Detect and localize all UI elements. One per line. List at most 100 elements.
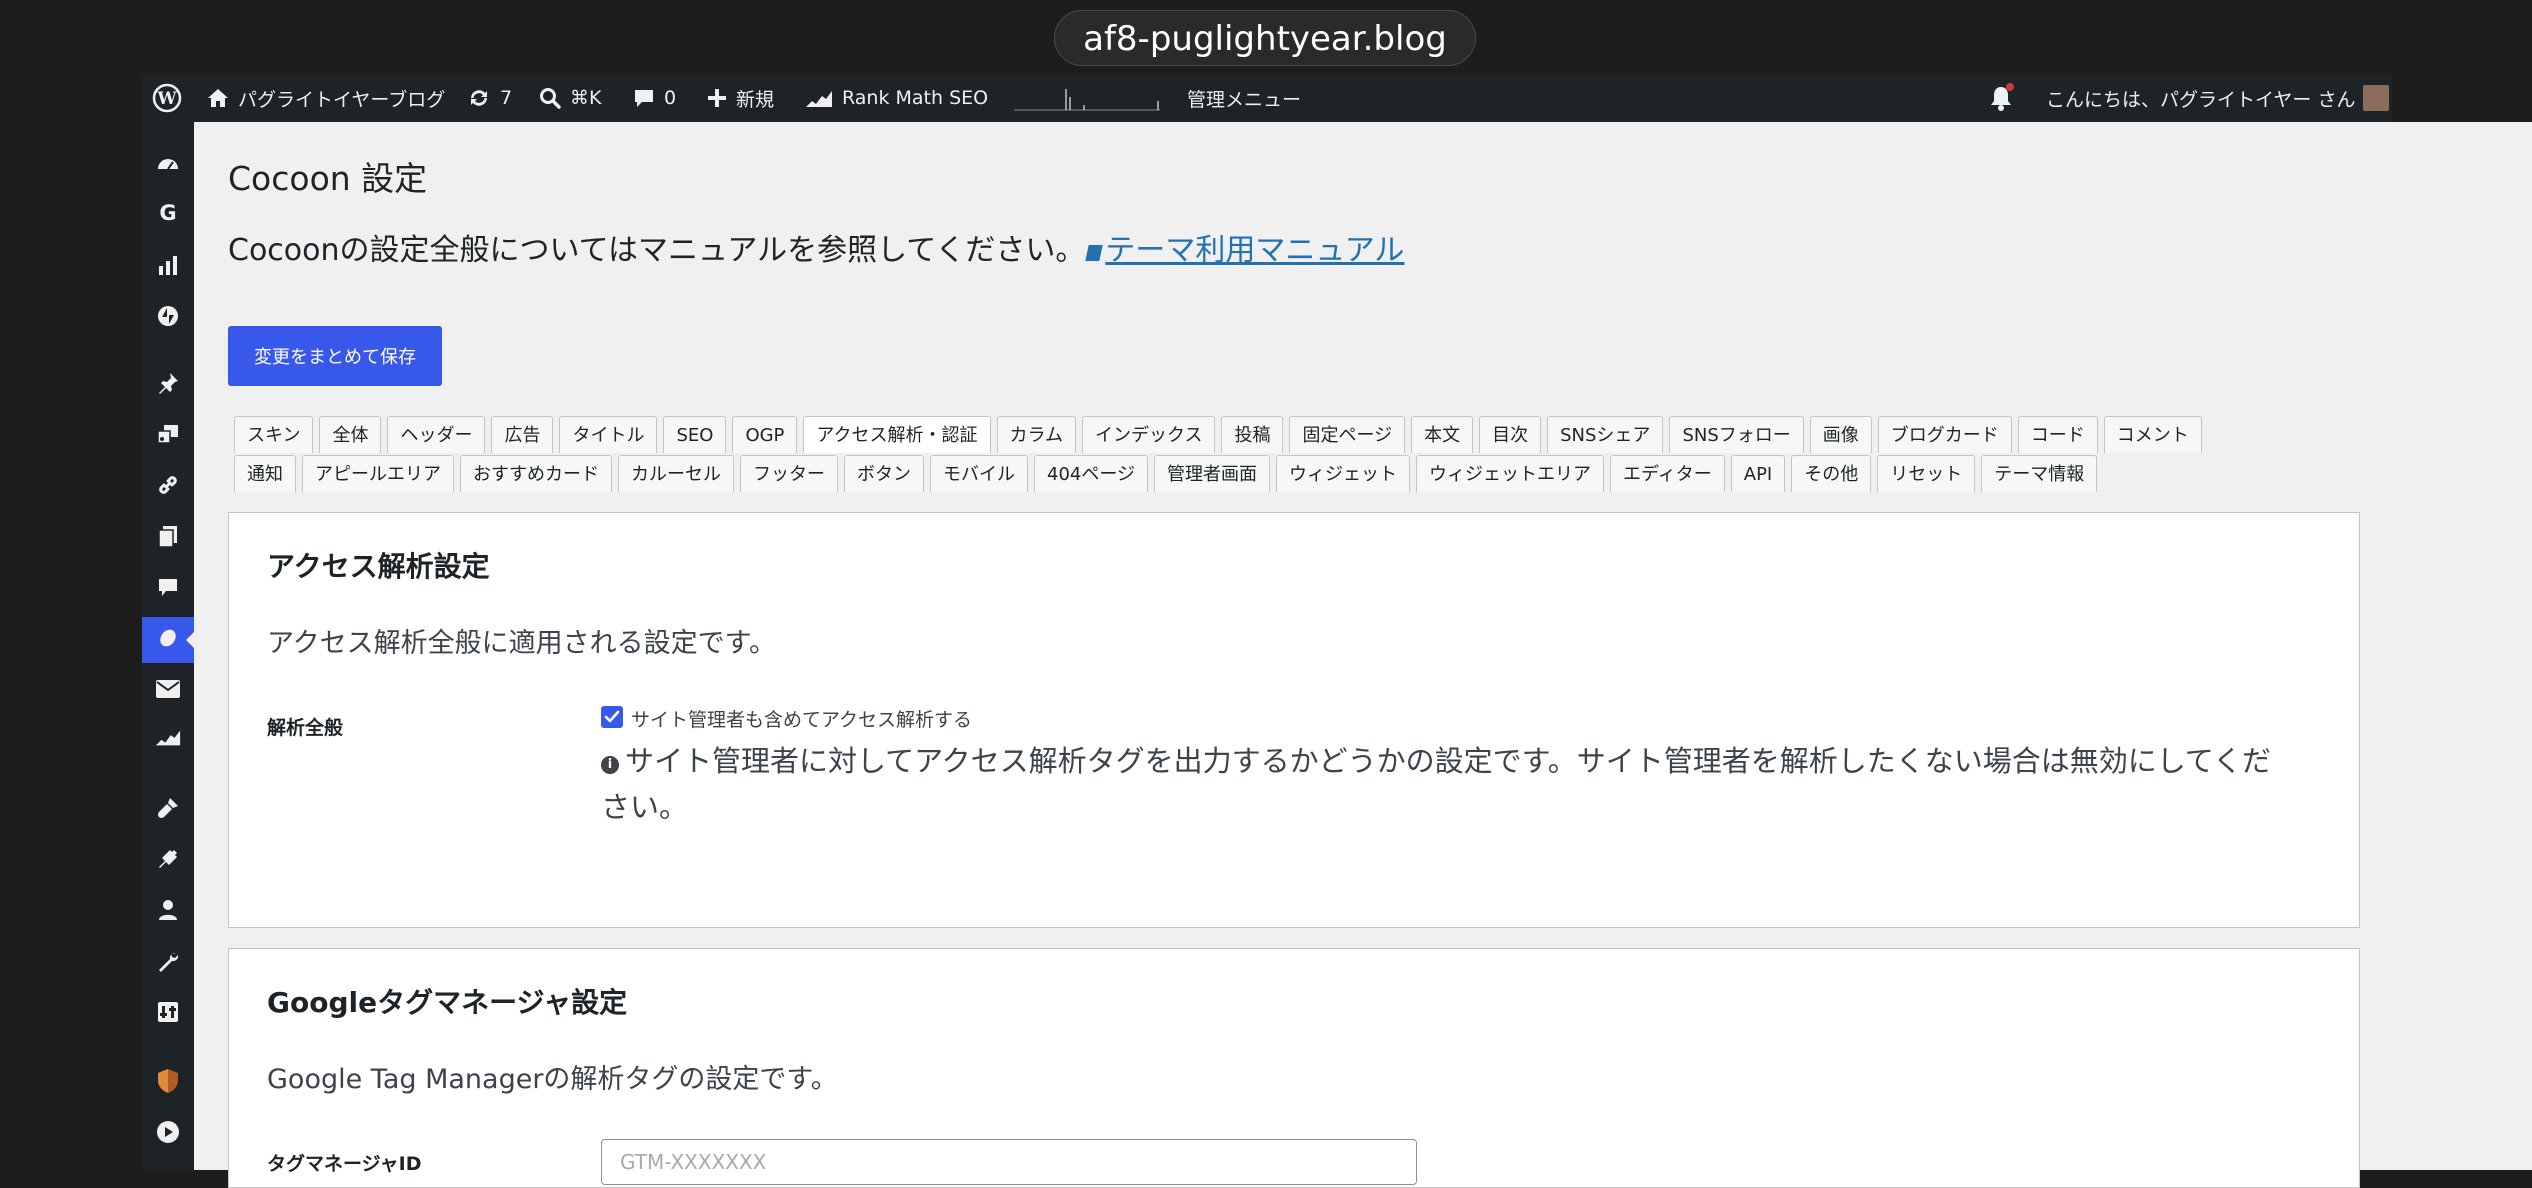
tab-row-2: 通知 アピールエリア おすすめカード カルーセル フッター ボタン モバイル 404ページ 管理…: [234, 453, 2184, 492]
sidebar-item-tools[interactable]: [142, 940, 194, 986]
pin-icon: [156, 371, 180, 399]
sidebar-item-links[interactable]: [142, 464, 194, 510]
sparkline-chart-icon: [1014, 89, 1160, 111]
stats-sparkline[interactable]: [1014, 74, 1160, 122]
tab-row1-8[interactable]: カラム: [996, 416, 1076, 453]
browser-url-bar[interactable]: af8-puglightyear.blog: [1054, 10, 1476, 66]
rankmath-icon: [804, 87, 834, 109]
tab-row2-3[interactable]: カルーセル: [618, 455, 734, 492]
tab-row2-0[interactable]: 通知: [234, 455, 296, 492]
bell-icon: [1988, 83, 2014, 112]
pages-icon: [156, 524, 180, 552]
tab-row1-12[interactable]: 本文: [1411, 416, 1474, 453]
wordpress-logo-icon: W: [152, 83, 182, 113]
tab-row1-1[interactable]: 全体: [319, 416, 382, 453]
admin-menu-link[interactable]: 管理メニュー: [1187, 74, 1301, 122]
play-icon: [156, 1120, 180, 1148]
include-admin-note: i サイト管理者に対してアクセス解析タグを出力するかどうかの設定です。サイト管理者…: [601, 738, 2321, 830]
intro-text: Cocoonの設定全般についてはマニュアルを参照してください。 テーマ利用マニュア…: [228, 225, 1404, 269]
comments-link[interactable]: 0: [632, 74, 676, 122]
notifications-button[interactable]: [1988, 74, 2014, 122]
sidebar-item-posts[interactable]: [142, 362, 194, 408]
sidebar-item-analytics[interactable]: [142, 244, 194, 290]
include-admin-checkbox-label[interactable]: サイト管理者も含めてアクセス解析する: [631, 705, 972, 732]
tab-row2-15[interactable]: テーマ情報: [1981, 455, 2098, 492]
home-icon: [206, 86, 230, 110]
tab-row1-3[interactable]: 広告: [491, 416, 554, 453]
sidebar-item-cocoon[interactable]: [142, 617, 194, 663]
sidebar-item-media[interactable]: [142, 413, 194, 459]
tab-row1-0[interactable]: スキン: [234, 416, 314, 453]
tab-row1-17[interactable]: ブログカード: [1877, 416, 2012, 453]
comments-count: 0: [664, 87, 677, 109]
access-panel-description: アクセス解析全般に適用される設定です。: [267, 628, 776, 659]
tab-row1-18[interactable]: コード: [2017, 416, 2098, 453]
admin-bar: W パグライトイヤーブログ 7 ⌘K 0 新規 Rank Math SEO 管理…: [142, 74, 2392, 122]
access-analytics-panel: アクセス解析設定 アクセス解析全般に適用される設定です。 解析全般 サイト管理者…: [228, 512, 2360, 928]
tab-row1-6[interactable]: OGP: [732, 416, 798, 453]
sidebar-item-settings[interactable]: [142, 991, 194, 1037]
sidebar-item-security[interactable]: [142, 1060, 194, 1106]
tab-row-1: スキン 全体 ヘッダー 広告 タイトル SEO OGP アクセス解析・認証 カラム インデックス投…: [234, 414, 2202, 453]
tab-row1-14[interactable]: SNSシェア: [1547, 416, 1664, 453]
site-name-link[interactable]: パグライトイヤーブログ: [206, 74, 445, 122]
page-title: Cocoon 設定: [228, 159, 428, 198]
dashboard-icon: [156, 153, 180, 181]
tab-row1-13[interactable]: 目次: [1479, 416, 1542, 453]
tab-row2-11[interactable]: エディター: [1610, 455, 1725, 492]
book-icon: [1085, 245, 1104, 261]
tab-row1-7[interactable]: アクセス解析・認証: [803, 416, 991, 453]
tab-row1-10[interactable]: 投稿: [1221, 416, 1284, 453]
sidebar-item-dashboard[interactable]: [142, 144, 194, 190]
sidebar-item-plugins[interactable]: [142, 838, 194, 884]
tab-row1-4[interactable]: タイトル: [559, 416, 658, 453]
wordpress-logo-button[interactable]: W: [152, 74, 182, 122]
mail-icon: [155, 678, 181, 704]
account-menu[interactable]: こんにちは、パグライトイヤー さん: [2046, 74, 2390, 122]
include-admin-checkbox[interactable]: [601, 706, 623, 728]
tab-row2-14[interactable]: リセット: [1877, 455, 1976, 492]
tab-row2-6[interactable]: モバイル: [930, 455, 1028, 492]
tab-row2-9[interactable]: ウィジェット: [1276, 455, 1410, 492]
manual-link[interactable]: テーマ利用マニュアル: [1105, 233, 1404, 268]
sidebar-item-users[interactable]: [142, 889, 194, 935]
tab-row2-5[interactable]: ボタン: [844, 455, 924, 492]
tab-row2-12[interactable]: API: [1730, 455, 1786, 492]
tab-row1-11[interactable]: 固定ページ: [1289, 416, 1406, 453]
main-content: Cocoon 設定 Cocoonの設定全般についてはマニュアルを参照してください…: [194, 122, 2532, 1188]
tab-row2-13[interactable]: その他: [1791, 455, 1872, 492]
notification-badge: [2006, 83, 2014, 91]
tab-row2-2[interactable]: おすすめカード: [460, 455, 612, 492]
sidebar-item-jetpack[interactable]: [142, 295, 194, 341]
sidebar-item-rankmath[interactable]: [142, 716, 194, 762]
sidebar-item-comments[interactable]: [142, 566, 194, 612]
updates-icon: [466, 85, 492, 111]
tab-row1-5[interactable]: SEO: [663, 416, 727, 453]
tab-row2-8[interactable]: 管理者画面: [1154, 455, 1270, 492]
sidebar-item-appearance[interactable]: [142, 787, 194, 833]
tab-row1-2[interactable]: ヘッダー: [387, 416, 486, 453]
tab-row1-16[interactable]: 画像: [1809, 416, 1872, 453]
sidebar-item-google[interactable]: G: [142, 191, 194, 237]
tab-row2-4[interactable]: フッター: [740, 455, 838, 492]
site-name-label: パグライトイヤーブログ: [238, 88, 446, 111]
sidebar-item-play[interactable]: [142, 1111, 194, 1157]
gtm-id-input[interactable]: [601, 1139, 1417, 1185]
appearance-icon: [156, 796, 180, 824]
rankmath-link[interactable]: Rank Math SEO: [804, 74, 988, 122]
save-all-button[interactable]: 変更をまとめて保存: [228, 326, 442, 386]
tab-row1-19[interactable]: コメント: [2103, 416, 2202, 453]
new-content-link[interactable]: 新規: [706, 74, 774, 122]
tab-row2-10[interactable]: ウィジェットエリア: [1416, 455, 1604, 492]
tab-row2-7[interactable]: 404ページ: [1034, 455, 1148, 492]
tab-row2-1[interactable]: アピールエリア: [302, 455, 454, 492]
info-icon: i: [601, 756, 619, 774]
updates-link[interactable]: 7: [466, 74, 512, 122]
tab-row1-9[interactable]: インデックス: [1082, 416, 1216, 453]
search-shortcut-link[interactable]: ⌘K: [538, 74, 601, 122]
tab-row1-15[interactable]: SNSフォロー: [1669, 416, 1804, 453]
sidebar-item-mail[interactable]: [142, 668, 194, 714]
include-admin-note-line2: さい。: [601, 790, 689, 824]
rankmath-label: Rank Math SEO: [842, 87, 989, 109]
sidebar-item-pages[interactable]: [142, 515, 194, 561]
